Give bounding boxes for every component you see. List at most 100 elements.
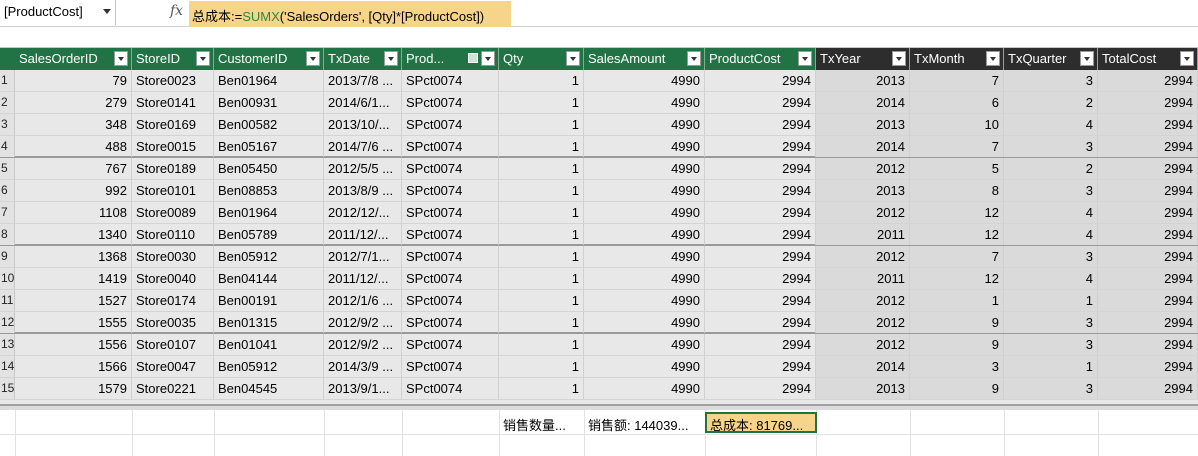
- cell-col-totalcost[interactable]: 2994: [1098, 312, 1198, 333]
- header-col-salesamount[interactable]: SalesAmount: [584, 48, 705, 70]
- cell-col-customerid[interactable]: Ben04144: [214, 268, 324, 289]
- table-row[interactable]: 14 1566 Store0047 Ben05912 2014/3/9 ... SPct0…: [0, 356, 1198, 378]
- cell-col-salesorderid[interactable]: 348: [15, 114, 132, 135]
- cell-col-productcost[interactable]: 2994: [705, 136, 816, 157]
- formula-input[interactable]: 总成本:=SUMX('SalesOrders', [Qty]*[ProductC…: [189, 1, 511, 27]
- table-row[interactable]: 12 1555 Store0035 Ben01315 2012/9/2 ... SPct0…: [0, 312, 1198, 334]
- cell-col-txquarter[interactable]: 3: [1004, 136, 1098, 157]
- cell-col-txyear[interactable]: 2013: [816, 114, 910, 135]
- cell-col-qty[interactable]: 1: [499, 180, 584, 201]
- cell-col-storeid[interactable]: Store0101: [132, 180, 214, 201]
- cell-col-qty[interactable]: 1: [499, 268, 584, 289]
- filter-dropdown-icon[interactable]: [384, 51, 398, 66]
- cell-col-txmonth[interactable]: 6: [910, 92, 1004, 113]
- table-row[interactable]: 8 1340 Store0110 Ben05789 2011/12/... SPct007…: [0, 224, 1198, 246]
- cell-col-txyear[interactable]: 2011: [816, 268, 910, 289]
- header-col-txquarter[interactable]: TxQuarter: [1004, 48, 1098, 70]
- name-box[interactable]: [ProductCost]: [0, 0, 116, 25]
- cell-col-salesorderid[interactable]: 1108: [15, 202, 132, 223]
- table-row[interactable]: 3 348 Store0169 Ben00582 2013/10/... SPct0074…: [0, 114, 1198, 136]
- cell-col-productcost[interactable]: 2994: [705, 180, 816, 201]
- cell-col-txmonth[interactable]: 12: [910, 224, 1004, 245]
- cell-col-qty[interactable]: 1: [499, 378, 584, 399]
- cell-col-txdate[interactable]: 2013/9/1...: [324, 378, 402, 399]
- cell-col-storeid[interactable]: Store0040: [132, 268, 214, 289]
- cell-col-salesorderid[interactable]: 1368: [15, 246, 132, 267]
- cell-col-txyear[interactable]: 2012: [816, 202, 910, 223]
- row-number[interactable]: 12: [0, 312, 15, 333]
- cell-col-totalcost[interactable]: 2994: [1098, 224, 1198, 245]
- header-col-productcost[interactable]: ProductCost: [705, 48, 816, 70]
- measure-sales-amount[interactable]: 销售额: 144039...: [585, 412, 703, 433]
- cell-col-salesamount[interactable]: 4990: [584, 290, 705, 311]
- cell-col-salesamount[interactable]: 4990: [584, 334, 705, 355]
- cell-col-storeid[interactable]: Store0169: [132, 114, 214, 135]
- cell-col-txmonth[interactable]: 12: [910, 268, 1004, 289]
- cell-col-txdate[interactable]: 2012/9/2 ...: [324, 334, 402, 355]
- cell-col-salesorderid[interactable]: 1566: [15, 356, 132, 377]
- filter-dropdown-icon[interactable]: [1080, 51, 1094, 66]
- cell-col-txmonth[interactable]: 9: [910, 312, 1004, 333]
- cell-col-totalcost[interactable]: 2994: [1098, 114, 1198, 135]
- cell-col-salesorderid[interactable]: 767: [15, 158, 132, 179]
- cell-col-salesamount[interactable]: 4990: [584, 92, 705, 113]
- cell-col-product[interactable]: SPct0074: [402, 246, 499, 267]
- cell-col-txmonth[interactable]: 5: [910, 158, 1004, 179]
- header-col-totalcost[interactable]: TotalCost: [1098, 48, 1198, 70]
- filter-dropdown-icon[interactable]: [481, 51, 495, 66]
- cell-col-storeid[interactable]: Store0141: [132, 92, 214, 113]
- cell-col-txdate[interactable]: 2012/5/5 ...: [324, 158, 402, 179]
- row-number[interactable]: 8: [0, 224, 15, 245]
- row-number[interactable]: 1: [0, 70, 15, 91]
- cell-col-storeid[interactable]: Store0035: [132, 312, 214, 333]
- cell-col-product[interactable]: SPct0074: [402, 224, 499, 245]
- cell-col-txquarter[interactable]: 3: [1004, 378, 1098, 399]
- cell-col-txquarter[interactable]: 2: [1004, 92, 1098, 113]
- cell-col-qty[interactable]: 1: [499, 158, 584, 179]
- cell-col-salesorderid[interactable]: 279: [15, 92, 132, 113]
- cell-col-txmonth[interactable]: 9: [910, 378, 1004, 399]
- cell-col-storeid[interactable]: Store0023: [132, 70, 214, 91]
- cell-col-qty[interactable]: 1: [499, 246, 584, 267]
- cell-col-txmonth[interactable]: 12: [910, 202, 1004, 223]
- cell-col-product[interactable]: SPct0074: [402, 268, 499, 289]
- cell-col-qty[interactable]: 1: [499, 356, 584, 377]
- row-number[interactable]: 15: [0, 378, 15, 399]
- header-col-customerid[interactable]: CustomerID: [214, 48, 324, 70]
- cell-col-productcost[interactable]: 2994: [705, 356, 816, 377]
- cell-col-product[interactable]: SPct0074: [402, 70, 499, 91]
- cell-col-productcost[interactable]: 2994: [705, 114, 816, 135]
- cell-col-qty[interactable]: 1: [499, 70, 584, 91]
- cell-col-txmonth[interactable]: 9: [910, 334, 1004, 355]
- cell-col-customerid[interactable]: Ben01964: [214, 70, 324, 91]
- cell-col-product[interactable]: SPct0074: [402, 334, 499, 355]
- cell-col-customerid[interactable]: Ben05912: [214, 356, 324, 377]
- cell-col-txdate[interactable]: 2012/9/2 ...: [324, 312, 402, 333]
- cell-col-storeid[interactable]: Store0015: [132, 136, 214, 157]
- cell-col-product[interactable]: SPct0074: [402, 378, 499, 399]
- cell-col-txyear[interactable]: 2012: [816, 246, 910, 267]
- cell-col-totalcost[interactable]: 2994: [1098, 136, 1198, 157]
- cell-col-product[interactable]: SPct0074: [402, 92, 499, 113]
- cell-col-salesorderid[interactable]: 488: [15, 136, 132, 157]
- cell-col-product[interactable]: SPct0074: [402, 158, 499, 179]
- cell-col-txquarter[interactable]: 2: [1004, 158, 1098, 179]
- cell-col-productcost[interactable]: 2994: [705, 224, 816, 245]
- cell-col-salesorderid[interactable]: 1527: [15, 290, 132, 311]
- table-row[interactable]: 13 1556 Store0107 Ben01041 2012/9/2 ... SPct0…: [0, 334, 1198, 356]
- cell-col-salesorderid[interactable]: 1340: [15, 224, 132, 245]
- cell-col-customerid[interactable]: Ben08853: [214, 180, 324, 201]
- cell-col-txquarter[interactable]: 3: [1004, 246, 1098, 267]
- cell-col-product[interactable]: SPct0074: [402, 290, 499, 311]
- cell-col-salesorderid[interactable]: 1419: [15, 268, 132, 289]
- header-col-txyear[interactable]: TxYear: [816, 48, 910, 70]
- chevron-down-icon[interactable]: [103, 9, 111, 14]
- cell-col-txmonth[interactable]: 1: [910, 290, 1004, 311]
- cell-col-txdate[interactable]: 2012/1/6 ...: [324, 290, 402, 311]
- cell-col-qty[interactable]: 1: [499, 312, 584, 333]
- cell-col-storeid[interactable]: Store0107: [132, 334, 214, 355]
- table-row[interactable]: 2 279 Store0141 Ben00931 2014/6/1... SPct0074…: [0, 92, 1198, 114]
- cell-col-txmonth[interactable]: 7: [910, 246, 1004, 267]
- row-number[interactable]: 7: [0, 202, 15, 223]
- cell-col-txyear[interactable]: 2011: [816, 224, 910, 245]
